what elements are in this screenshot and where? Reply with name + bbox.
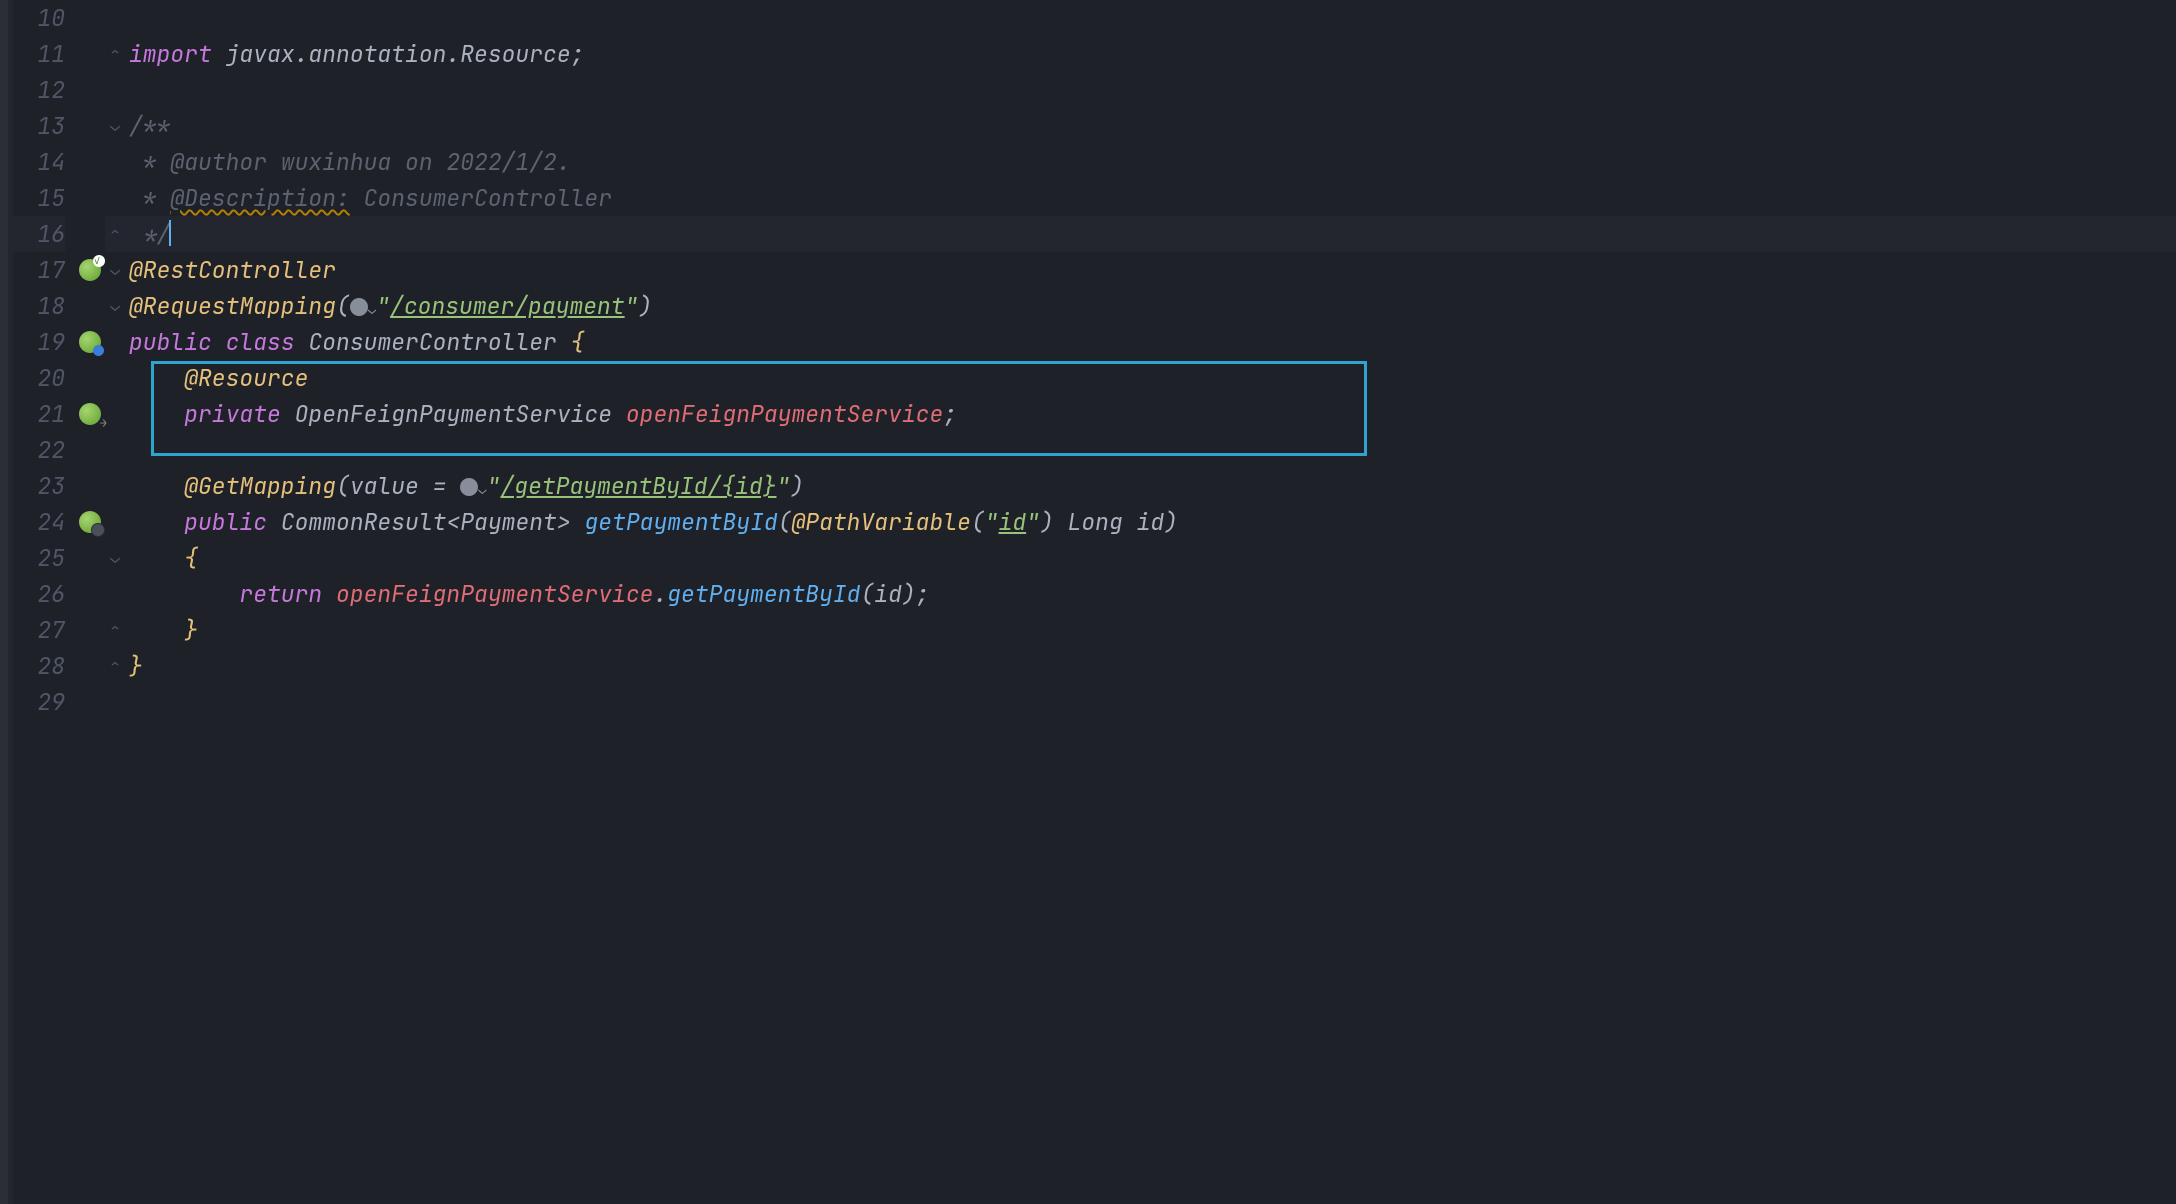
code-line[interactable]: @RestController [125, 252, 2176, 288]
code-line[interactable]: public CommonResult<Payment> getPaymentB… [125, 504, 2176, 540]
line-number[interactable]: 29 [13, 684, 65, 720]
javadoc-tag-description: @Description: [170, 183, 349, 213]
code-line[interactable]: @RequestMapping(⌄"/consumer/payment") [125, 288, 2176, 324]
package-path: javax.annotation. [226, 39, 461, 69]
pathvariable-value: id [999, 507, 1027, 537]
spring-inject-icon[interactable] [79, 403, 101, 425]
line-number[interactable]: 15 [13, 180, 65, 216]
class-name: ConsumerController [308, 327, 556, 357]
line-number[interactable]: 10 [13, 0, 65, 36]
code-line-current[interactable]: */ [125, 216, 2176, 252]
code-line[interactable] [125, 0, 2176, 36]
param-name: id [1137, 507, 1165, 537]
code-line[interactable]: { [125, 540, 2176, 576]
return-type-outer: CommonResult [281, 507, 447, 537]
left-strip [0, 0, 8, 1204]
param-type: Long [1068, 507, 1123, 537]
line-number[interactable]: 26 [13, 576, 65, 612]
line-number[interactable]: 18 [13, 288, 65, 324]
code-line[interactable] [125, 684, 2176, 720]
line-number[interactable]: 14 [13, 144, 65, 180]
line-number[interactable]: 22 [13, 432, 65, 468]
code-line[interactable]: } [125, 648, 2176, 684]
method-name: getPaymentById [584, 507, 777, 537]
javadoc-open: /** [129, 111, 170, 141]
code-line[interactable]: /** [125, 108, 2176, 144]
text-caret [169, 220, 171, 246]
fold-start-icon[interactable]: ⌄ [105, 108, 125, 144]
keyword-return: return [239, 579, 322, 609]
code-line[interactable]: * @Description: ConsumerController [125, 180, 2176, 216]
annotation-restcontroller: @RestController [129, 255, 336, 285]
class-ref: Resource [460, 39, 570, 69]
line-number[interactable]: 13 [13, 108, 65, 144]
annotation-getmapping: @GetMapping [184, 471, 336, 501]
code-line[interactable]: } [125, 612, 2176, 648]
line-number-gutter[interactable]: 10 11 12 13 14 15 16 17 18 19 20 21 22 2… [13, 0, 75, 1204]
javadoc-description-value: ConsumerController [364, 183, 612, 213]
keyword-import: import [129, 39, 212, 69]
line-number[interactable]: 12 [13, 72, 65, 108]
line-number[interactable]: 16 [13, 216, 65, 252]
code-line[interactable] [125, 432, 2176, 468]
call-method: getPaymentById [667, 579, 860, 609]
fold-end-icon[interactable]: ⌃ [105, 36, 125, 72]
return-type-inner: Payment [460, 507, 557, 537]
line-number[interactable]: 21 [13, 396, 65, 432]
line-number[interactable]: 23 [13, 468, 65, 504]
annotation-resource: @Resource [184, 363, 308, 393]
field-type: OpenFeignPaymentService [295, 399, 612, 429]
request-mapping-path: /consumer/payment [390, 291, 625, 321]
code-line[interactable]: * @author wuxinhua on 2022/1/2. [125, 144, 2176, 180]
line-number[interactable]: 28 [13, 648, 65, 684]
code-line[interactable]: import javax.annotation.Resource; [125, 36, 2176, 72]
chevron-down-icon[interactable]: ⌄ [368, 301, 376, 319]
spring-bean-ref-icon[interactable] [79, 331, 101, 353]
annotation-param-value: value [350, 471, 419, 501]
fold-column[interactable]: ⌃ ⌄ ⌃ ⌄ ⌄ ⌄ ⌃ ⌃ [105, 0, 125, 1204]
line-number[interactable]: 20 [13, 360, 65, 396]
keyword-private: private [184, 399, 281, 429]
globe-icon[interactable] [460, 478, 478, 496]
keyword-class: class [226, 327, 295, 357]
spring-web-icon[interactable] [79, 511, 101, 533]
fold-end-icon[interactable]: ⌃ [105, 216, 125, 252]
keyword-public: public [184, 507, 267, 537]
code-line[interactable]: @GetMapping(value = ⌄"/getPaymentById/{i… [125, 468, 2176, 504]
code-line[interactable]: @Resource [125, 360, 2176, 396]
line-number[interactable]: 25 [13, 540, 65, 576]
call-arg: id [874, 579, 902, 609]
line-number[interactable]: 27 [13, 612, 65, 648]
line-number[interactable]: 24 [13, 504, 65, 540]
field-name: openFeignPaymentService [626, 399, 943, 429]
call-object: openFeignPaymentService [336, 579, 653, 609]
annotation-requestmapping: @RequestMapping [129, 291, 336, 321]
globe-icon[interactable] [350, 298, 368, 316]
javadoc-tag-author: @author [170, 147, 267, 177]
fold-end-icon[interactable]: ⌃ [105, 648, 125, 684]
line-number[interactable]: 17 [13, 252, 65, 288]
code-editor[interactable]: 10 11 12 13 14 15 16 17 18 19 20 21 22 2… [0, 0, 2176, 1204]
fold-end-icon[interactable]: ⌃ [105, 612, 125, 648]
line-number[interactable]: 11 [13, 36, 65, 72]
gutter-icon-column: ▎═ [75, 0, 105, 1204]
line-number[interactable]: 19 [13, 324, 65, 360]
javadoc-author-value: wuxinhua on 2022/1/2. [281, 147, 571, 177]
code-line[interactable]: public class ConsumerController { [125, 324, 2176, 360]
code-area[interactable]: import javax.annotation.Resource; /** * … [125, 0, 2176, 1204]
annotation-pathvariable: @PathVariable [791, 507, 970, 537]
javadoc-close: */ [129, 219, 170, 249]
code-line[interactable] [125, 72, 2176, 108]
fold-start-icon[interactable]: ⌄ [105, 252, 125, 288]
getmapping-path: /getPaymentById/{id} [500, 471, 776, 501]
spring-bean-icon[interactable] [79, 259, 101, 281]
chevron-down-icon[interactable]: ⌄ [478, 481, 486, 499]
keyword-public: public [129, 327, 212, 357]
fold-start-icon[interactable]: ⌄ [105, 540, 125, 576]
code-line[interactable]: return openFeignPaymentService.getPaymen… [125, 576, 2176, 612]
fold-start-icon[interactable]: ⌄ [105, 288, 125, 324]
code-line[interactable]: private OpenFeignPaymentService openFeig… [125, 396, 2176, 432]
